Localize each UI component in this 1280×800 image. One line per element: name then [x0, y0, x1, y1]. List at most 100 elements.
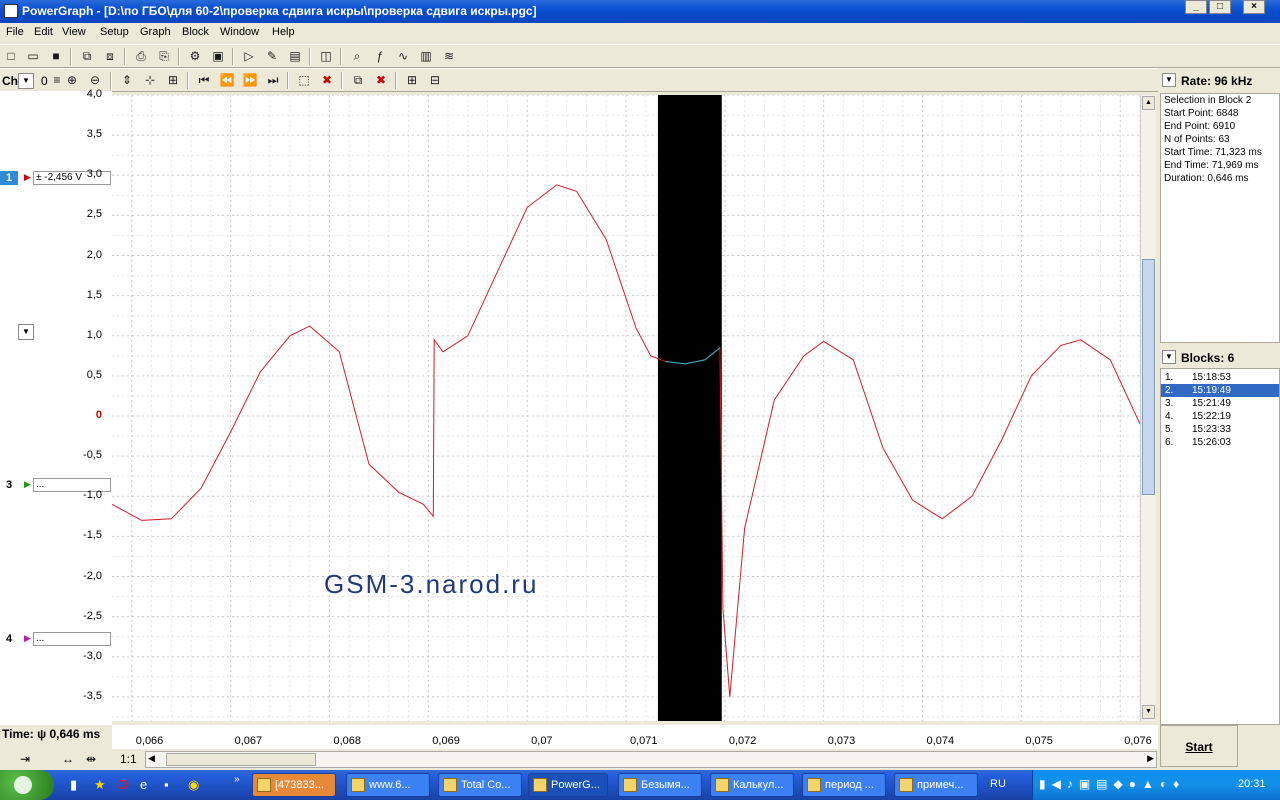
autoscale-icon[interactable]: ⊞ [164, 72, 182, 89]
curve-icon[interactable]: ∿ [394, 48, 412, 65]
channel-4-number: 4 [5, 633, 13, 645]
taskbar-item[interactable]: Безымя... [618, 773, 702, 797]
menu-view[interactable]: View [62, 26, 86, 38]
menu-help[interactable]: Help [272, 26, 295, 38]
pen-icon[interactable]: ✎ [263, 48, 281, 65]
menu-file[interactable]: File [6, 26, 24, 38]
horizontal-scrollbar[interactable]: ◀ ▶ [145, 751, 1157, 768]
scroll-down-icon[interactable]: ▼ [1142, 705, 1155, 719]
center-icon[interactable]: ⊹ [141, 72, 159, 89]
zoom-in-icon[interactable]: ⊕ [63, 72, 81, 89]
hardware-icon[interactable]: ⚙ [186, 48, 204, 65]
scroll-left-icon[interactable]: ◀ [148, 753, 155, 764]
menu-edit[interactable]: Edit [34, 26, 53, 38]
function-icon[interactable]: ƒ [371, 48, 389, 65]
channel-4-row[interactable]: 4 ▶ ... [0, 632, 112, 646]
selection-region[interactable] [657, 95, 722, 721]
pin-icon[interactable]: ⇥ [20, 752, 30, 766]
channel-dropdown-icon[interactable]: ▼ [18, 324, 34, 340]
fit-width-icon[interactable]: ↔ [62, 752, 74, 766]
tray-icons[interactable]: ▮◀♪▣▤◆●▲◐♦ [1039, 777, 1185, 791]
toolbar-channel: Ch ▼ 0 ≡ ⊕ ⊖ ⇕ ⊹ ⊞ ⏮ ⏪ ⏩ ⏭ ⬚ ✖ ⧉ ✖ ⊞ ⊟ [0, 68, 1158, 92]
menu-block[interactable]: Block [182, 26, 209, 38]
plot-area[interactable]: GSM-3.narod.ru [112, 95, 1140, 721]
menu-graph[interactable]: Graph [140, 26, 171, 38]
menu-bar: File Edit View Setup Graph Block Window … [0, 23, 1280, 43]
play-icon[interactable]: ▷ [240, 48, 258, 65]
new-icon[interactable]: □ [2, 48, 20, 65]
toolbar-separator [110, 72, 112, 89]
delete-block-icon[interactable]: ✖ [372, 72, 390, 89]
opera-icon[interactable]: O [118, 777, 128, 792]
selection-info: Selection in Block 2 Start Point: 6848 E… [1160, 93, 1280, 343]
taskbar-item[interactable]: [473833... [252, 773, 336, 797]
export-icon[interactable]: ⎘ [155, 48, 173, 65]
expand-icon[interactable]: ⊞ [403, 72, 421, 89]
blocks-dropdown-icon[interactable]: ▼ [1162, 350, 1176, 364]
maximize-button[interactable]: □ [1209, 0, 1231, 14]
collapse-icon[interactable]: ⊟ [426, 72, 444, 89]
taskbar-item[interactable]: Total Co... [438, 773, 522, 797]
quicklaunch-icon[interactable]: ▮ [70, 777, 77, 793]
forward-icon[interactable]: ⏩ [241, 72, 259, 89]
more-icon[interactable]: » [234, 774, 240, 785]
hscroll-thumb[interactable] [166, 753, 316, 766]
rewind-icon[interactable]: ⏪ [218, 72, 236, 89]
quicklaunch-icon[interactable]: ▪ [164, 777, 169, 792]
database-icon[interactable]: ◫ [317, 48, 335, 65]
delete-icon[interactable]: ✖ [318, 72, 336, 89]
save-icon[interactable]: ■ [47, 48, 65, 65]
language-indicator[interactable]: RU [990, 778, 1006, 790]
blocks-label: Blocks: 6 [1181, 351, 1235, 365]
taskbar-item[interactable]: примеч... [894, 773, 978, 797]
zoom-search-icon[interactable]: ⌕ [348, 48, 366, 65]
block-icon[interactable]: ⧉ [349, 72, 367, 89]
copy-icon[interactable]: ⧉ [78, 48, 96, 65]
y-tick-label: 1,5 [86, 288, 102, 301]
ie-icon[interactable]: e [140, 777, 147, 792]
select-icon[interactable]: ⬚ [295, 72, 313, 89]
zoom-out-icon[interactable]: ⊖ [86, 72, 104, 89]
taskbar-item[interactable]: Калькул... [710, 773, 794, 797]
bottom-bar: ⇥ ↔ ⇹ 1:1 ◀ ▶ [0, 749, 1158, 770]
scroll-right-icon[interactable]: ▶ [1147, 753, 1154, 764]
block-item[interactable]: 3. 15:21:49 [1161, 397, 1279, 410]
block-item[interactable]: 6. 15:26:03 [1161, 436, 1279, 449]
menu-window[interactable]: Window [220, 26, 259, 38]
scroll-thumb[interactable] [1142, 259, 1155, 495]
spectrum-icon[interactable]: ≋ [440, 48, 458, 65]
first-icon[interactable]: ⏮ [195, 72, 213, 89]
device-icon[interactable]: ▣ [209, 48, 227, 65]
chart-svg[interactable]: GSM-3.narod.ru [112, 95, 1140, 721]
toolbar-separator [232, 48, 234, 65]
taskbar-item[interactable]: PowerG... [528, 773, 608, 797]
minimize-button[interactable]: _ [1185, 0, 1207, 14]
last-icon[interactable]: ⏭ [264, 72, 282, 89]
channel-dropdown-icon[interactable]: ▼ [18, 73, 34, 89]
taskbar-item[interactable]: период ... [802, 773, 886, 797]
app-icon[interactable] [4, 4, 18, 18]
monitor-icon[interactable]: ▤ [286, 48, 304, 65]
menu-setup[interactable]: Setup [100, 26, 129, 38]
vertical-fit-icon[interactable]: ⇕ [118, 72, 136, 89]
block-item[interactable]: 5. 15:23:33 [1161, 423, 1279, 436]
print-icon[interactable]: ⎙ [132, 48, 150, 65]
paste-icon[interactable]: ⧈ [101, 48, 119, 65]
start-button[interactable]: Start [1160, 725, 1238, 767]
close-button[interactable]: × [1243, 0, 1265, 14]
block-item[interactable]: 1. 15:18:53 [1161, 371, 1279, 384]
quicklaunch-icon[interactable]: ★ [94, 777, 106, 793]
block-item[interactable]: 4. 15:22:19 [1161, 410, 1279, 423]
scroll-up-icon[interactable]: ▲ [1142, 96, 1155, 110]
start-menu-button[interactable] [0, 770, 54, 800]
block-item[interactable]: 2. 15:19:49 [1161, 384, 1279, 397]
zoom-ratio[interactable]: 1:1 [120, 752, 137, 766]
open-icon[interactable]: ▭ [24, 48, 42, 65]
rate-dropdown-icon[interactable]: ▼ [1162, 73, 1176, 87]
toolbar-separator [187, 72, 189, 89]
quicklaunch-icon[interactable]: ◉ [188, 777, 199, 793]
vertical-scrollbar[interactable]: ▲ ▼ [1140, 95, 1156, 721]
shrink-width-icon[interactable]: ⇹ [86, 752, 96, 766]
taskbar-item[interactable]: www.6... [346, 773, 430, 797]
histogram-icon[interactable]: ▥ [417, 48, 435, 65]
